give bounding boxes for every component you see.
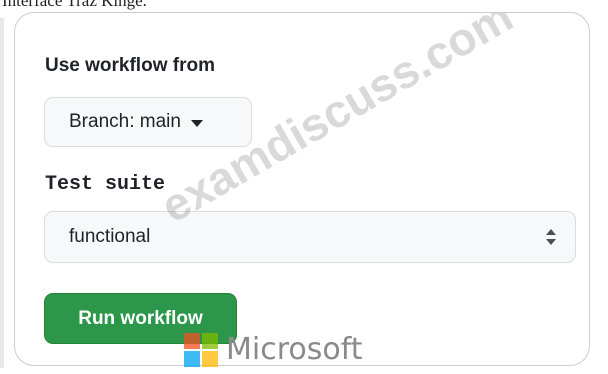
header-fragment: Interface Traz Kinge.	[2, 0, 147, 10]
up-down-arrows-icon	[546, 229, 556, 245]
caret-down-icon	[190, 119, 203, 127]
microsoft-logo: Microsoft	[184, 332, 363, 367]
branch-button-label: Branch: main	[69, 111, 181, 132]
logo-text: Microsoft	[226, 332, 363, 367]
test-suite-label: Test suite	[45, 173, 166, 196]
run-workflow-panel: Use workflow from Branch: main Test suit…	[14, 12, 590, 366]
workflow-source-label: Use workflow from	[45, 55, 215, 76]
test-suite-value: functional	[69, 226, 151, 247]
left-edge-strip	[0, 18, 4, 368]
branch-select-button[interactable]: Branch: main	[44, 97, 252, 147]
test-suite-select[interactable]: functional	[44, 211, 576, 263]
microsoft-logo-icon	[184, 332, 218, 367]
